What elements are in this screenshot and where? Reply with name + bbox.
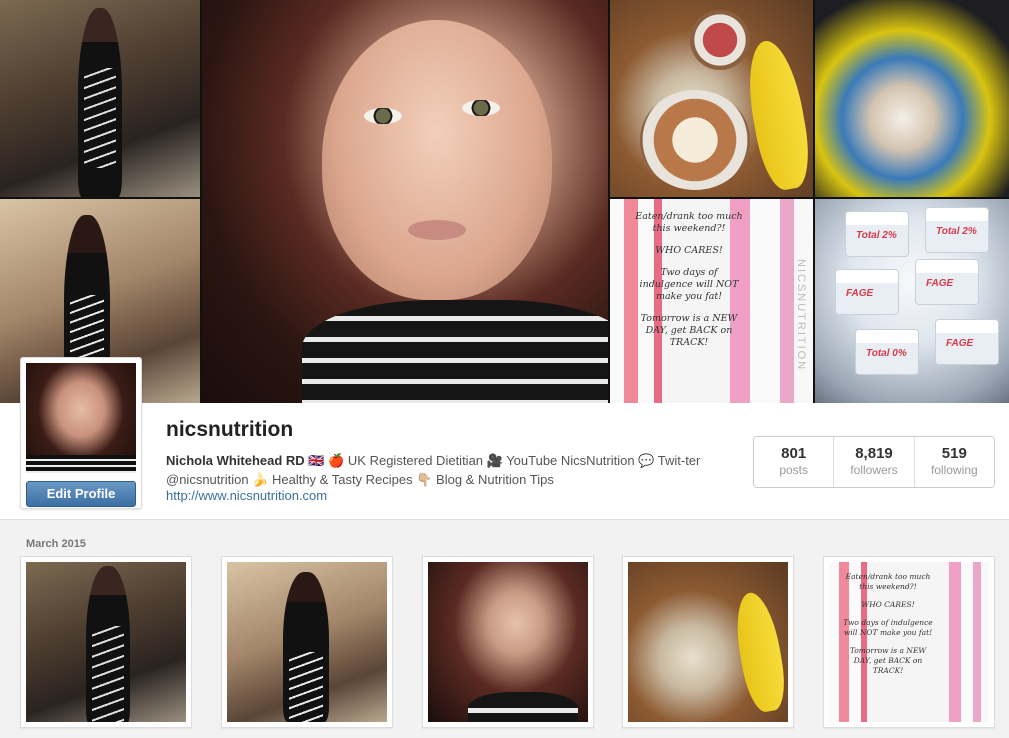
figure — [283, 572, 329, 722]
username: nicsnutrition — [166, 418, 294, 441]
post-image — [227, 562, 387, 722]
cover-photo-bowl[interactable] — [815, 0, 1009, 197]
eye — [462, 100, 500, 116]
feed-post[interactable] — [221, 556, 393, 728]
quote-text: Eaten/drank too much this weekend?! WHO … — [843, 572, 933, 684]
eye — [364, 108, 402, 124]
cover-photo-yogurt[interactable]: Total 2% Total 2% FAGE FAGE Total 0% FAG… — [815, 199, 1009, 403]
banana — [729, 589, 788, 715]
jar — [640, 90, 750, 190]
avatar-card: Edit Profile — [20, 357, 142, 509]
yogurt-pot: FAGE — [935, 319, 999, 365]
cover-photo-mirror-selfie[interactable] — [0, 0, 200, 197]
yogurt-pot: FAGE — [915, 259, 979, 305]
quote-watermark: NICSNUTRITION — [795, 259, 807, 372]
figure — [78, 8, 122, 197]
quote-line: WHO CARES! — [655, 245, 723, 256]
cover-photo-oats-banana[interactable] — [610, 0, 813, 197]
stat-label: followers — [850, 463, 898, 477]
lips — [408, 220, 466, 240]
face — [322, 20, 552, 300]
edit-profile-button[interactable]: Edit Profile — [26, 481, 136, 507]
yogurt-pot: FAGE — [835, 269, 899, 315]
profile-cover-mosaic: Eaten/drank too much this weekend?! WHO … — [0, 0, 1009, 403]
banana — [740, 36, 813, 194]
quote-line: Two days of indulgence will NOT make you… — [843, 618, 933, 637]
yogurt-pot: Total 0% — [855, 329, 919, 375]
avatar[interactable] — [26, 363, 136, 473]
posts-count[interactable]: 801 posts — [754, 437, 835, 487]
quote-line: Eaten/drank too much this weekend?! — [845, 572, 931, 591]
yogurt-pot: Total 2% — [845, 211, 909, 257]
yogurt-pot: Total 2% — [925, 207, 989, 253]
stat-label: following — [930, 463, 978, 477]
quote-line: Eaten/drank too much this weekend?! — [635, 211, 743, 234]
profile-stats: 801 posts 8,819 followers 519 following — [753, 436, 995, 488]
quote-line: WHO CARES! — [861, 600, 915, 609]
stat-value: 801 — [781, 445, 807, 462]
striped-shirt — [302, 300, 608, 403]
month-heading: March 2015 — [26, 538, 86, 550]
full-name: Nichola Whitehead RD — [166, 453, 305, 468]
feed-post[interactable] — [622, 556, 794, 728]
feed-post[interactable] — [422, 556, 594, 728]
website-link[interactable]: http://www.nicsnutrition.com — [166, 488, 327, 503]
quote-line: Tomorrow is a NEW DAY, get BACK on TRACK… — [640, 313, 738, 348]
figure — [86, 566, 130, 722]
cover-photo-quote[interactable]: Eaten/drank too much this weekend?! WHO … — [610, 199, 813, 403]
quote-text: Eaten/drank too much this weekend?! WHO … — [634, 211, 744, 359]
following-count[interactable]: 519 following — [914, 437, 994, 487]
striped-shirt — [468, 692, 578, 722]
post-image — [628, 562, 788, 722]
stat-value: 519 — [941, 445, 967, 462]
quote-line: Tomorrow is a NEW DAY, get BACK on TRACK… — [849, 646, 927, 675]
stat-value: 8,819 — [855, 445, 893, 462]
stat-label: posts — [779, 463, 808, 477]
post-image — [26, 562, 186, 722]
quote-line: Two days of indulgence will NOT make you… — [639, 267, 739, 302]
feed-post[interactable]: Eaten/drank too much this weekend?! WHO … — [823, 556, 995, 728]
bio: Nichola Whitehead RD 🇬🇧 🍎 UK Registered … — [166, 451, 726, 489]
post-image — [428, 562, 588, 722]
cover-photo-selfie[interactable] — [202, 0, 608, 403]
feed-post[interactable] — [20, 556, 192, 728]
jar — [690, 10, 750, 70]
post-image: Eaten/drank too much this weekend?! WHO … — [829, 562, 989, 722]
followers-count[interactable]: 8,819 followers — [834, 437, 915, 487]
